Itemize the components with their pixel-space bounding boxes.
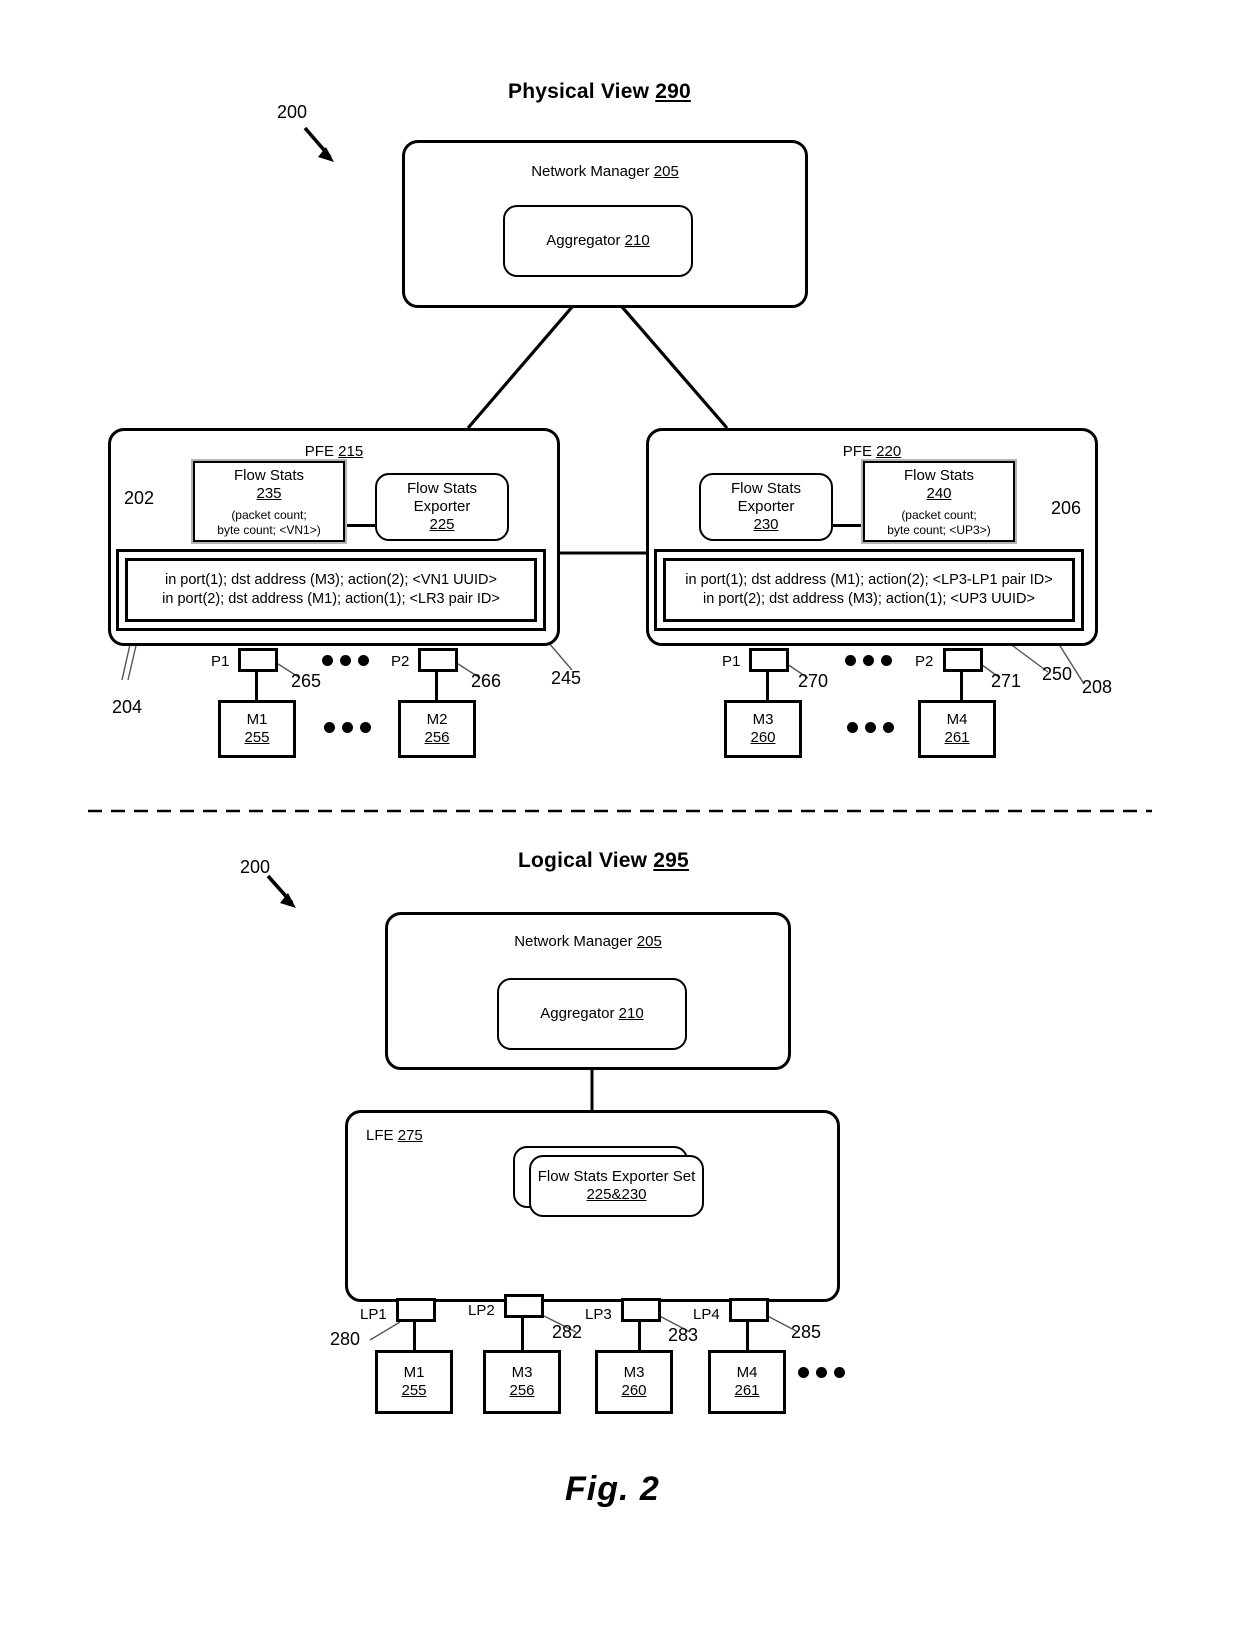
logical-port-label-lp4: LP4 (693, 1306, 720, 1323)
port-p2-left[interactable] (418, 648, 458, 672)
vm-m1-physical-label: M1 255 (244, 711, 270, 746)
port-p1-right[interactable] (749, 648, 789, 672)
logical-port-lp1-link (413, 1322, 416, 1350)
physical-view-title-ref: 290 (655, 80, 691, 103)
port-label-p1-left: P1 (211, 653, 230, 670)
logical-port-lp3-link (638, 1322, 641, 1350)
port-p2-right-link (960, 672, 963, 700)
ref-271: 271 (991, 671, 1022, 691)
vm-ellipsis-right (847, 722, 894, 733)
logical-port-lp2-link (521, 1318, 524, 1350)
vm-m3-physical: M3 260 (724, 700, 802, 758)
flow-stats-exporter-225: Flow Stats Exporter 225 (375, 473, 509, 541)
ref-250: 250 (1042, 664, 1073, 684)
logical-port-lp1[interactable] (396, 1298, 436, 1322)
logical-view-title: Logical View 295 (518, 849, 689, 873)
logical-view-title-text: Logical View (518, 849, 648, 872)
ref-208: 208 (1082, 677, 1113, 697)
vm-m3-physical-label: M3 260 (750, 711, 776, 746)
logical-view-title-ref: 295 (653, 849, 689, 872)
flow-stats-exporter-230: Flow Stats Exporter 230 (699, 473, 833, 541)
ref-270: 270 (798, 671, 829, 691)
port-label-p1-right: P1 (722, 653, 741, 670)
logical-port-lp3[interactable] (621, 1298, 661, 1322)
figure-caption: Fig. 2 (565, 1470, 660, 1508)
vm-logical-4-label: M4 261 (734, 1364, 760, 1399)
logical-port-lp4-link (746, 1322, 749, 1350)
flow-stats-exporter-225-label: Flow Stats Exporter 225 (406, 480, 478, 533)
flow-stats-240: Flow Stats 240 (packet count; byte count… (861, 459, 1017, 544)
vm-logical-1: M1 255 (375, 1350, 453, 1414)
ref-206: 206 (1051, 498, 1082, 518)
flow-rule: in port(2); dst address (M1); action(1);… (162, 591, 500, 607)
vm-ellipsis-logical (798, 1367, 845, 1378)
flow-stats-exporter-set: Flow Stats Exporter Set 225&230 (529, 1155, 704, 1217)
lfe-275-label: LFE 275 (366, 1127, 423, 1144)
physical-view-title: Physical View 290 (508, 80, 691, 104)
system-ref-bottom: 200 (240, 857, 271, 877)
aggregator-logical-label: Aggregator 210 (540, 1005, 644, 1023)
ref-285: 285 (791, 1322, 822, 1342)
flow-table-250-rules: in port(1); dst address (M1); action(2);… (685, 571, 1053, 609)
port-ellipsis-right (845, 655, 892, 666)
vm-m4-physical-label: M4 261 (944, 711, 970, 746)
ref-204: 204 (112, 697, 143, 717)
flow-stats-exporter-set-label: Flow Stats Exporter Set 225&230 (537, 1168, 696, 1203)
ref-202: 202 (124, 488, 155, 508)
port-p2-right[interactable] (943, 648, 983, 672)
vm-ellipsis-left (324, 722, 371, 733)
ref-280: 280 (330, 1329, 361, 1349)
vm-logical-4: M4 261 (708, 1350, 786, 1414)
flow-table-245: in port(1); dst address (M3); action(2);… (116, 549, 546, 631)
flow-table-245-rules: in port(1); dst address (M3); action(2);… (162, 571, 500, 609)
aggregator-logical: Aggregator 210 (497, 978, 687, 1050)
logical-port-label-lp3: LP3 (585, 1306, 612, 1323)
vm-logical-3: M3 260 (595, 1350, 673, 1414)
flow-stats-235-exporter-link (347, 524, 375, 527)
port-p1-right-link (766, 672, 769, 700)
port-ellipsis-left (322, 655, 369, 666)
vm-logical-2-label: M3 256 (509, 1364, 535, 1399)
vm-m1-physical: M1 255 (218, 700, 296, 758)
vm-m4-physical: M4 261 (918, 700, 996, 758)
aggregator-physical-label: Aggregator 210 (546, 232, 650, 250)
vm-logical-1-label: M1 255 (401, 1364, 427, 1399)
ref-266: 266 (471, 671, 502, 691)
ref-282: 282 (552, 1322, 583, 1342)
flow-rule: in port(1); dst address (M1); action(2);… (685, 571, 1053, 588)
flow-stats-240-note: (packet count; byte count; <UP3>) (887, 508, 991, 537)
flow-stats-exporter-230-label: Flow Stats Exporter 230 (730, 480, 802, 533)
port-p1-left-link (255, 672, 258, 700)
flow-stats-235: Flow Stats 235 (packet count; byte count… (191, 459, 347, 544)
logical-port-label-lp2: LP2 (468, 1302, 495, 1319)
vm-m2-physical-label: M2 256 (424, 711, 450, 746)
flow-stats-235-title: Flow Stats 235 (233, 467, 305, 502)
network-manager-logical-label: Network Manager 205 (514, 933, 662, 950)
port-label-p2-left: P2 (391, 653, 410, 670)
flow-rule: in port(2); dst address (M3); action(1);… (702, 591, 1035, 607)
flow-stats-240-title: Flow Stats 240 (903, 467, 975, 502)
vm-m2-physical: M2 256 (398, 700, 476, 758)
network-manager-physical-label: Network Manager 205 (531, 163, 679, 180)
ref-283: 283 (668, 1325, 699, 1345)
system-ref-top: 200 (277, 102, 308, 122)
flow-rule: in port(1); dst address (M3); action(2);… (164, 571, 497, 588)
ref-265: 265 (291, 671, 322, 691)
port-p2-left-link (435, 672, 438, 700)
flow-table-250: in port(1); dst address (M1); action(2);… (654, 549, 1084, 631)
patent-figure-page: Physical View 290 200 Network Manager 20… (0, 0, 1240, 1631)
flow-stats-235-note: (packet count; byte count; <VN1>) (217, 508, 321, 537)
flow-stats-240-exporter-link (833, 524, 861, 527)
physical-view-title-text: Physical View (508, 80, 650, 103)
ref-245: 245 (551, 668, 582, 688)
aggregator-physical: Aggregator 210 (503, 205, 693, 277)
vm-logical-3-label: M3 260 (621, 1364, 647, 1399)
port-p1-left[interactable] (238, 648, 278, 672)
vm-logical-2: M3 256 (483, 1350, 561, 1414)
port-label-p2-right: P2 (915, 653, 934, 670)
logical-port-lp4[interactable] (729, 1298, 769, 1322)
logical-port-label-lp1: LP1 (360, 1306, 387, 1323)
logical-port-lp2[interactable] (504, 1294, 544, 1318)
